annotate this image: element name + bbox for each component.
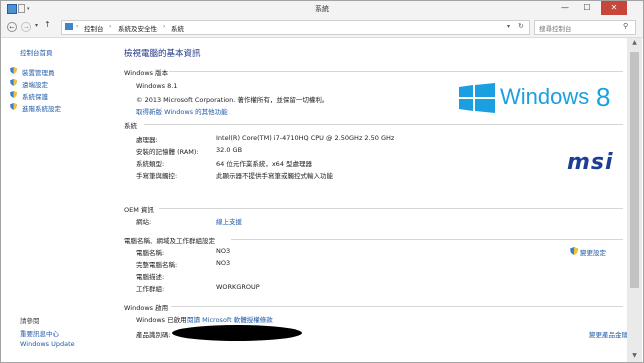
recent-dropdown-icon[interactable]: ▾ — [35, 22, 38, 29]
minimize-button[interactable]: — — [556, 1, 574, 15]
sidebar-item-system-protection[interactable]: 系統保護 — [22, 91, 48, 101]
breadcrumb-separator: › — [109, 23, 112, 30]
breadcrumb-separator: › — [76, 23, 79, 30]
divider — [144, 124, 623, 125]
windows-logo-number: 8 — [596, 82, 611, 112]
main-content: 檢視電腦的基本資訊 Windows 版本 Windows 8.1 © 2013 … — [109, 38, 628, 362]
shield-icon — [10, 67, 17, 74]
section-title-system: 系統 — [124, 122, 137, 130]
window-title: 系統 — [315, 5, 329, 13]
system-window: ▾ 系統 — ☐ ✕ ← → ▾ ↑ › 控制台 › 系統及安全性 › 系統 ▾… — [0, 0, 644, 363]
change-settings-link[interactable]: 變更設定 — [580, 247, 606, 257]
sidebar-item-device-manager[interactable]: 裝置管理員 — [22, 67, 55, 77]
shield-icon — [10, 79, 17, 86]
scroll-up-arrow-icon[interactable]: ▲ — [627, 38, 642, 48]
section-title-oem: OEM 資訊 — [124, 206, 154, 214]
info-label: 電腦名稱: — [136, 249, 165, 257]
info-value: 32.0 GB — [216, 146, 243, 154]
vertical-scrollbar[interactable]: ▲ ▼ — [627, 38, 642, 362]
windows-logo-text: Windows — [500, 84, 590, 109]
breadcrumb-separator: › — [163, 23, 166, 30]
info-value: WORKGROUP — [216, 283, 260, 291]
refresh-icon[interactable]: ↻ — [518, 22, 524, 30]
info-label: 處理器: — [136, 136, 158, 144]
search-icon[interactable]: ⚲ — [623, 22, 628, 30]
sidebar-link-action-center[interactable]: 重要訊息中心 — [20, 328, 59, 338]
see-also-heading: 請參閱 — [20, 317, 40, 325]
info-value: 此顯示器不提供手寫筆或觸控式輸入功能 — [216, 172, 333, 180]
sidebar-home-link[interactable]: 控制台首頁 — [20, 47, 53, 57]
license-terms-link[interactable]: 閱讀 Microsoft 軟體授權條款 — [187, 314, 273, 324]
divider — [231, 239, 623, 240]
close-button[interactable]: ✕ — [601, 1, 627, 15]
page-title: 檢視電腦的基本資訊 — [124, 49, 201, 59]
forward-button[interactable]: → — [21, 22, 31, 32]
sidebar-link-windows-update[interactable]: Windows Update — [20, 340, 75, 348]
activation-status: Windows 已啟用 — [136, 316, 187, 324]
search-input[interactable]: 搜尋控制台 — [539, 23, 572, 33]
info-value: NO3 — [216, 247, 231, 255]
section-title-edition: Windows 版本 — [124, 69, 169, 77]
address-dropdown-icon[interactable]: ▾ — [507, 23, 510, 30]
online-support-link[interactable]: 線上支援 — [216, 216, 242, 226]
breadcrumb-system[interactable]: 系統 — [171, 23, 184, 33]
more-features-link[interactable]: 取得新版 Windows 的其他功能 — [136, 106, 228, 116]
breadcrumb-control-panel[interactable]: 控制台 — [84, 23, 104, 33]
shield-icon — [570, 247, 578, 255]
info-label: 手寫筆與觸控: — [136, 172, 178, 180]
info-label: 安裝的記憶體 (RAM): — [136, 148, 199, 156]
divider — [171, 306, 623, 307]
shield-icon — [10, 103, 17, 110]
title-bar: ▾ 系統 — ☐ ✕ — [1, 1, 643, 17]
msi-logo: msi — [567, 150, 614, 175]
change-product-key-link[interactable]: 變更產品金鑰 — [589, 329, 628, 339]
info-label: 電腦描述: — [136, 273, 165, 281]
info-label: 完整電腦名稱: — [136, 261, 178, 269]
divider — [169, 71, 623, 72]
shield-icon — [10, 91, 17, 98]
edition-name: Windows 8.1 — [136, 82, 178, 90]
sidebar-item-advanced-settings[interactable]: 進階系統設定 — [22, 103, 61, 113]
divider — [159, 208, 623, 209]
breadcrumb-system-security[interactable]: 系統及安全性 — [118, 23, 157, 33]
info-value: 64 位元作業系統，x64 型處理器 — [216, 160, 313, 168]
back-button[interactable]: ← — [7, 22, 17, 32]
info-value: Intel(R) Core(TM) i7-4710HQ CPU @ 2.50GH… — [216, 134, 395, 142]
info-label: 系統類型: — [136, 160, 165, 168]
section-title-computer: 電腦名稱、網域及工作群組設定 — [124, 237, 215, 245]
copyright-text: © 2013 Microsoft Corporation. 著作權所有，並保留一… — [136, 96, 329, 104]
scroll-down-arrow-icon[interactable]: ▼ — [627, 351, 642, 361]
scrollbar-thumb[interactable] — [630, 52, 639, 288]
control-panel-icon — [65, 23, 73, 30]
windows-logo-icon — [459, 83, 495, 113]
info-label: 產品識別碼: — [136, 331, 171, 339]
redacted-product-id — [172, 325, 302, 341]
section-title-activation: Windows 啟用 — [124, 304, 169, 312]
up-arrow-icon[interactable]: ↑ — [44, 20, 51, 29]
info-label: 工作群組: — [136, 285, 165, 293]
sidebar-item-remote-settings[interactable]: 遠端設定 — [22, 79, 48, 89]
info-value: NO3 — [216, 259, 231, 267]
address-bar: ← → ▾ ↑ › 控制台 › 系統及安全性 › 系統 ▾ ↻ 搜尋控制台 ⚲ — [1, 17, 643, 38]
maximize-button[interactable]: ☐ — [578, 1, 596, 15]
breadcrumb[interactable]: › 控制台 › 系統及安全性 › 系統 ▾ ↻ — [61, 20, 530, 35]
sidebar: 控制台首頁 裝置管理員 遠端設定 系統保護 進階系統設定 請參閱 重要訊息中心 … — [2, 38, 109, 362]
search-box[interactable]: 搜尋控制台 ⚲ — [534, 20, 636, 35]
info-label: 網站: — [136, 218, 152, 226]
